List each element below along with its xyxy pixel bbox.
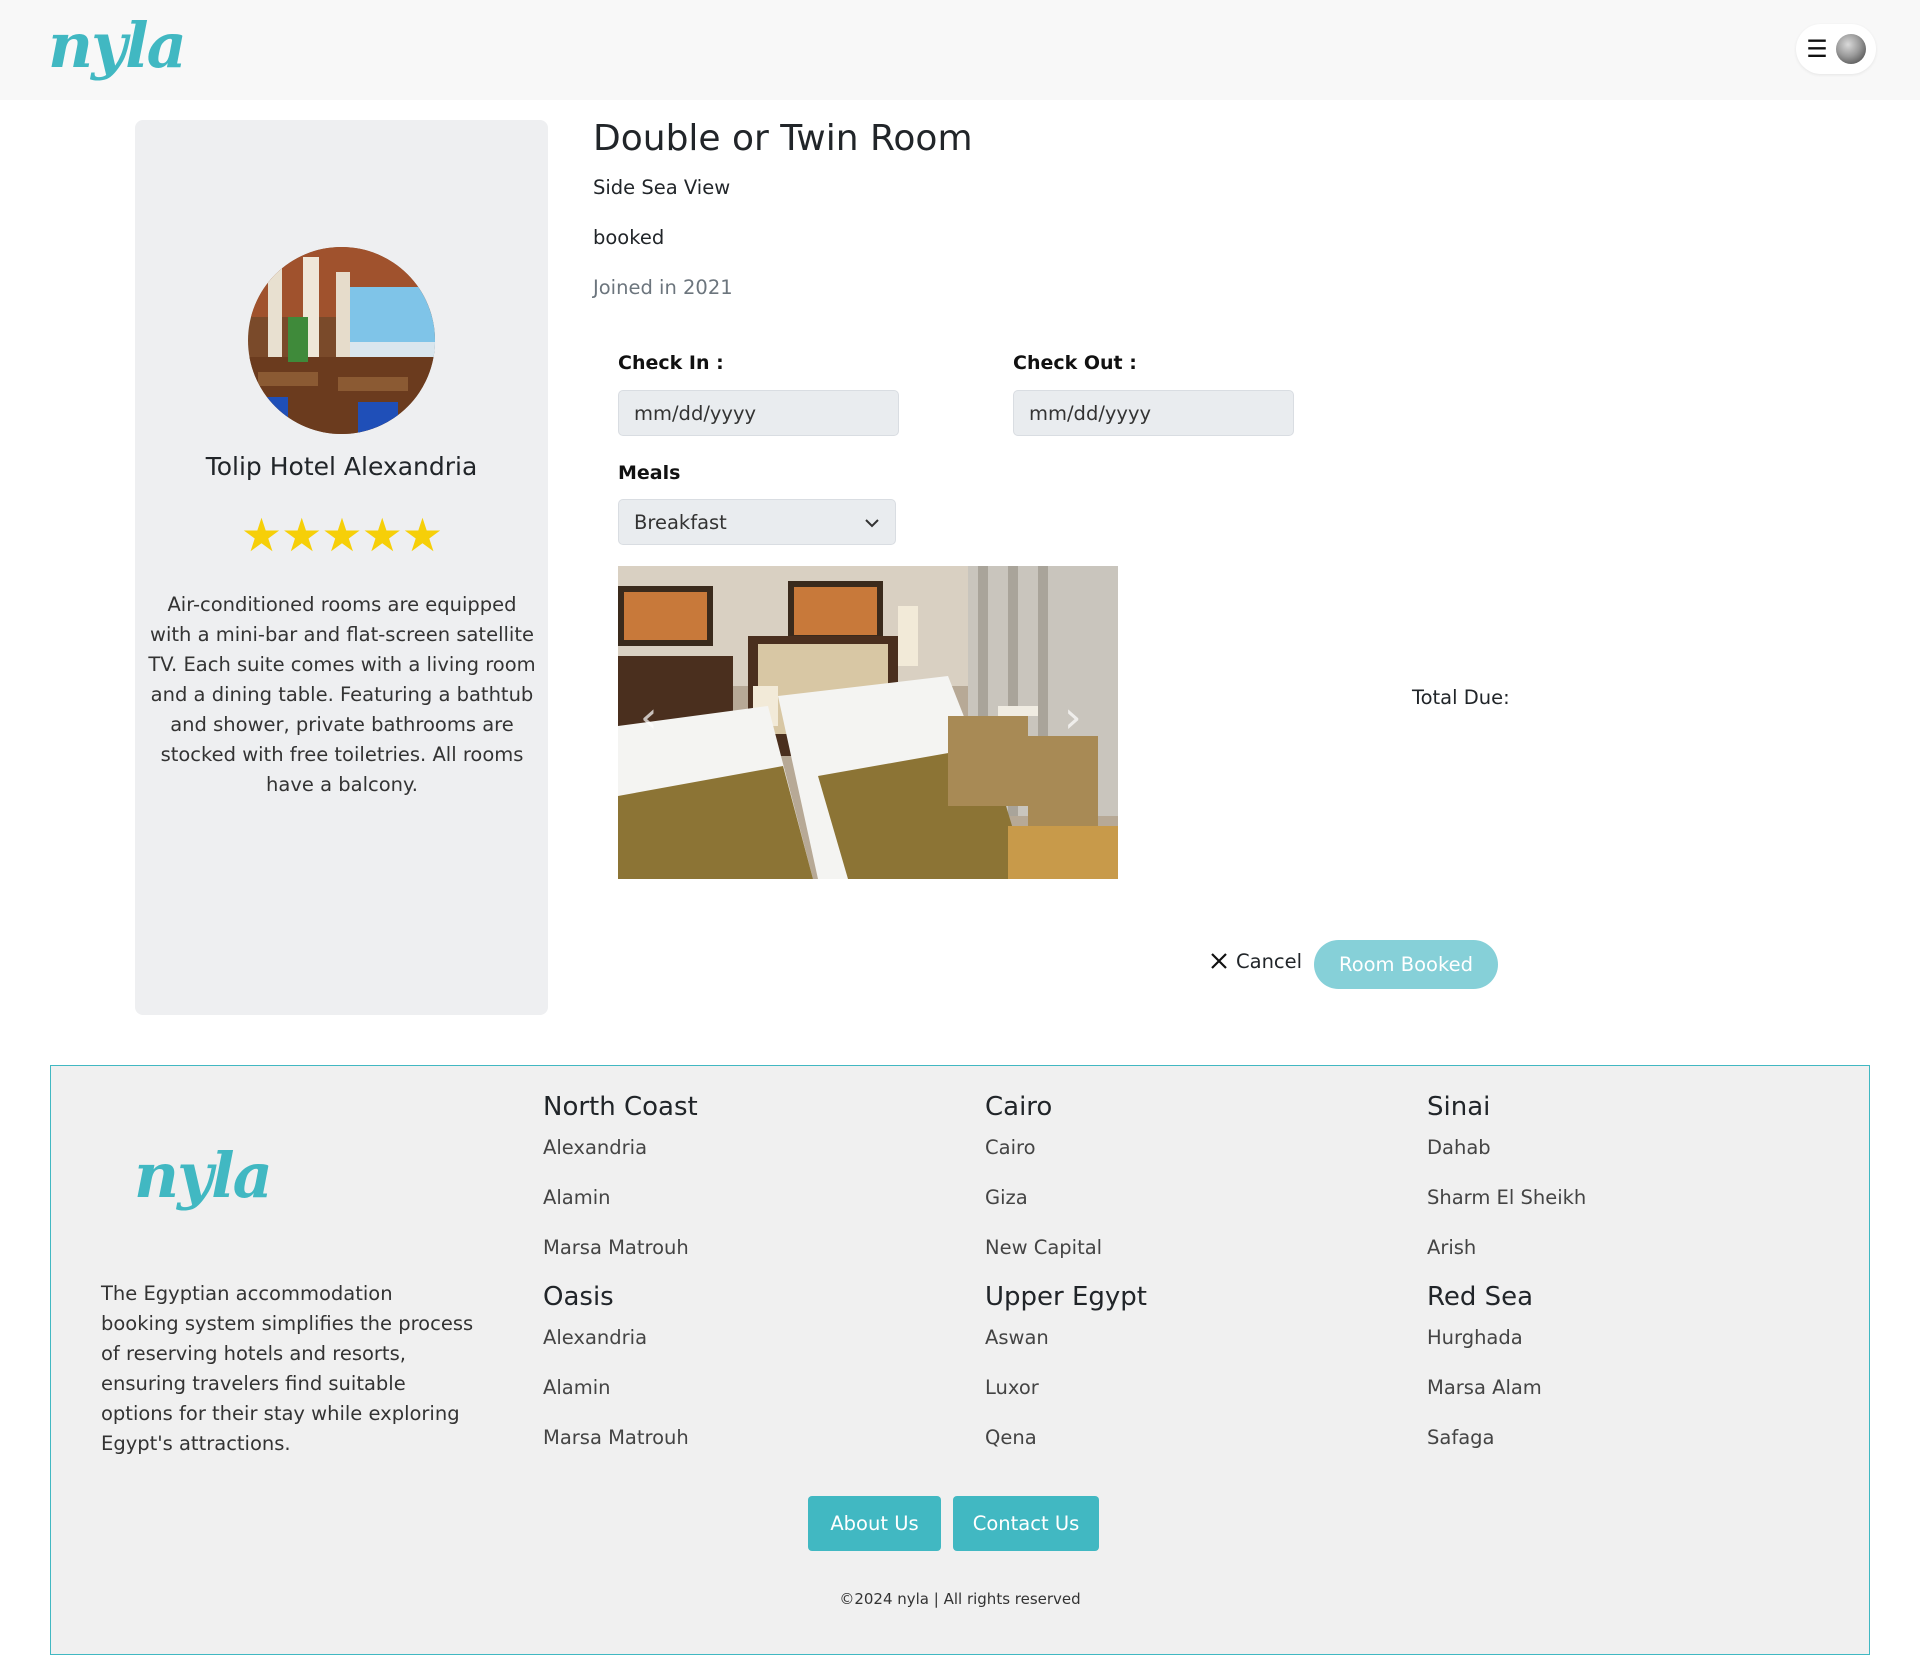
footer-link[interactable]: Giza bbox=[985, 1186, 1028, 1209]
meals-selected-value: Breakfast bbox=[634, 510, 727, 534]
room-image-carousel[interactable]: ‹ › bbox=[618, 566, 1118, 879]
cancel-button[interactable]: Cancel bbox=[1210, 950, 1302, 973]
footer-link[interactable]: Dahab bbox=[1427, 1136, 1491, 1159]
hotel-name: Tolip Hotel Alexandria bbox=[205, 452, 478, 481]
footer-link[interactable]: Marsa Alam bbox=[1427, 1376, 1542, 1399]
footer-col-title: Upper Egypt bbox=[985, 1282, 1148, 1312]
footer-link[interactable]: Qena bbox=[985, 1426, 1037, 1449]
check-in-label: Check In : bbox=[618, 352, 724, 374]
footer-link[interactable]: Cairo bbox=[985, 1136, 1036, 1159]
copyright-text: ©2024 nyla | All rights reserved bbox=[839, 1590, 1081, 1608]
user-avatar bbox=[1835, 34, 1866, 64]
footer-link[interactable]: Alexandria bbox=[543, 1326, 647, 1349]
hotel-description: Air-conditioned rooms are equipped with … bbox=[148, 593, 536, 796]
footer-link[interactable]: Safaga bbox=[1427, 1426, 1494, 1449]
hamburger-icon: ☰ bbox=[1806, 35, 1828, 63]
cancel-label: Cancel bbox=[1236, 950, 1303, 973]
footer-description: The Egyptian accommodation booking syste… bbox=[101, 1282, 474, 1455]
room-booked-button[interactable]: Room Booked bbox=[1314, 940, 1498, 989]
footer-col-title: Red Sea bbox=[1427, 1282, 1534, 1312]
total-due-label: Total Due: bbox=[1412, 686, 1510, 709]
meals-select[interactable]: Breakfast bbox=[618, 499, 896, 545]
footer-col-title: North Coast bbox=[543, 1092, 698, 1122]
about-us-button[interactable]: About Us bbox=[808, 1496, 941, 1551]
user-menu-button[interactable]: ☰ bbox=[1796, 24, 1876, 74]
joined-year: Joined in 2021 bbox=[593, 276, 733, 299]
footer-link[interactable]: Marsa Matrouh bbox=[543, 1236, 689, 1259]
contact-us-button[interactable]: Contact Us bbox=[953, 1496, 1099, 1551]
footer-link[interactable]: Hurghada bbox=[1427, 1326, 1523, 1349]
nyla-logo[interactable]: nyla bbox=[48, 6, 187, 86]
meals-label: Meals bbox=[618, 462, 681, 484]
star-rating: ★★★★★ bbox=[240, 508, 443, 562]
hotel-photo bbox=[248, 247, 435, 434]
chevron-down-icon bbox=[864, 513, 880, 532]
footer-link[interactable]: Alexandria bbox=[543, 1136, 647, 1159]
footer-link[interactable]: Luxor bbox=[985, 1376, 1039, 1399]
carousel-next-icon[interactable]: › bbox=[1064, 696, 1082, 740]
footer-col-title: Sinai bbox=[1427, 1092, 1491, 1122]
footer-link[interactable]: New Capital bbox=[985, 1236, 1102, 1259]
footer-link[interactable]: Arish bbox=[1427, 1236, 1476, 1259]
footer-link[interactable]: Sharm El Sheikh bbox=[1427, 1186, 1586, 1209]
footer-nyla-logo[interactable]: nyla bbox=[134, 1136, 273, 1216]
room-title: Double or Twin Room bbox=[593, 118, 973, 159]
footer-link[interactable]: Aswan bbox=[985, 1326, 1049, 1349]
check-out-date-input[interactable]: mm/dd/yyyy bbox=[1013, 390, 1294, 436]
room-view: Side Sea View bbox=[593, 176, 731, 199]
close-icon bbox=[1210, 952, 1228, 972]
check-in-date-input[interactable]: mm/dd/yyyy bbox=[618, 390, 899, 436]
footer-col-title: Cairo bbox=[985, 1092, 1053, 1122]
room-photo bbox=[618, 566, 1118, 879]
footer-link[interactable]: Alamin bbox=[543, 1376, 610, 1399]
carousel-prev-icon[interactable]: ‹ bbox=[640, 696, 658, 740]
room-status: booked bbox=[593, 226, 665, 249]
top-navbar bbox=[0, 0, 1920, 100]
footer-link[interactable]: Marsa Matrouh bbox=[543, 1426, 689, 1449]
check-out-label: Check Out : bbox=[1013, 352, 1137, 374]
footer-link[interactable]: Alamin bbox=[543, 1186, 610, 1209]
footer-col-title: Oasis bbox=[543, 1282, 614, 1312]
